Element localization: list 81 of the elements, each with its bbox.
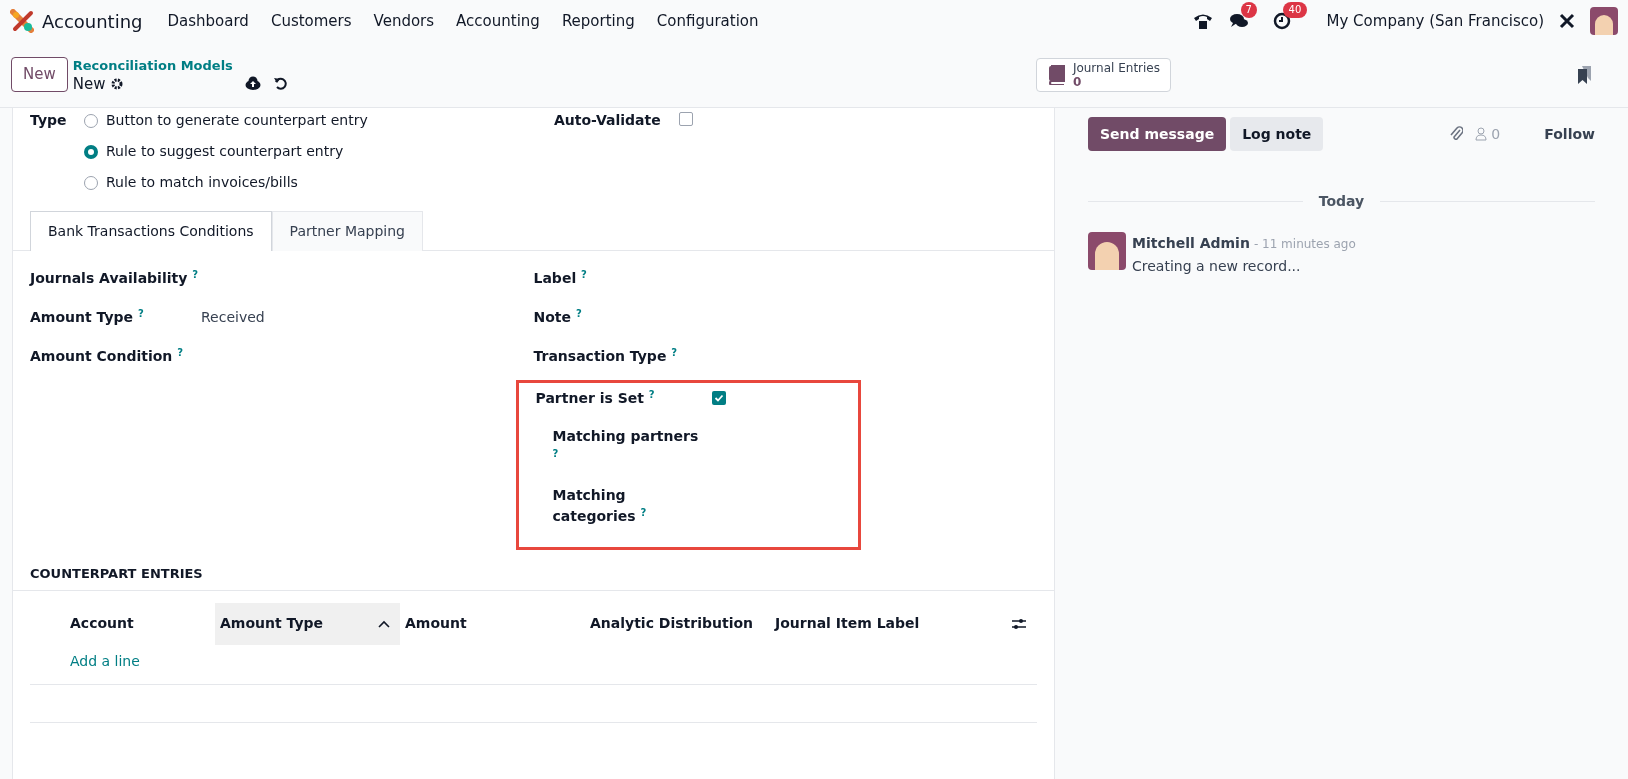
follower-count: 0	[1491, 124, 1501, 144]
chat-icon[interactable]	[1228, 12, 1249, 30]
breadcrumb-link[interactable]: Reconciliation Models	[72, 56, 233, 75]
column-header[interactable]: Journal Item Label	[770, 602, 950, 645]
radio-option[interactable]: Button to generate counterpart entry	[84, 110, 554, 131]
field-value[interactable]: Received	[201, 306, 265, 328]
new-button[interactable]: New	[11, 57, 68, 92]
column-title: Amount Type	[220, 614, 324, 633]
checkbox[interactable]	[679, 112, 693, 126]
smart-button-count: 0	[1072, 74, 1082, 89]
radio-option[interactable]: Rule to suggest counterpart entry	[84, 141, 554, 162]
help-tooltip-icon[interactable]: ?	[671, 346, 678, 358]
book-icon[interactable]	[1046, 64, 1065, 85]
field-label: Transaction Type $^{?}$	[533, 345, 678, 366]
field-label: Partner is Set $^{?}$	[535, 387, 656, 408]
add-line-link[interactable]: Add a line	[30, 644, 1037, 684]
company-switcher[interactable]: My Company (San Francisco)	[1326, 9, 1544, 33]
notification-badge: 7	[1240, 2, 1257, 18]
field-label: Journals Availability $^{?}$	[30, 267, 199, 288]
field-label: Amount Condition $^{?}$	[30, 345, 184, 366]
menu-item[interactable]: Accounting	[445, 9, 551, 33]
clock-icon[interactable]	[1272, 12, 1291, 30]
send-message-button[interactable]: Send message	[1088, 117, 1227, 151]
field-label: Matching categories $^{?}$	[552, 486, 648, 526]
help-tooltip-icon[interactable]: ?	[177, 346, 183, 358]
checkbox[interactable]	[711, 391, 726, 405]
field-label: Auto-Validate	[554, 111, 662, 130]
message-time: - 11 minutes ago	[1253, 236, 1356, 253]
field-label: Label $^{?}$	[533, 267, 587, 288]
column-title: Amount	[405, 614, 467, 633]
tab[interactable]: Partner Mapping	[271, 211, 423, 251]
tab[interactable]: Bank Transactions Conditions	[30, 211, 272, 251]
avatar-icon[interactable]	[1590, 7, 1618, 35]
help-tooltip-icon[interactable]: ?	[581, 268, 587, 280]
column-header[interactable]: Account	[30, 602, 215, 645]
app-name[interactable]: Accounting	[42, 7, 143, 35]
journal-entries-button[interactable]: Journal Entries 0	[1035, 57, 1171, 92]
notification-badge: 40	[1282, 2, 1308, 18]
bookmark-icon[interactable]	[1575, 64, 1593, 85]
column-header[interactable]: Amount	[400, 602, 585, 645]
field-label: Note $^{?}$	[533, 306, 582, 327]
help-tooltip-icon[interactable]: ?	[552, 448, 559, 459]
radio-icon[interactable]	[84, 113, 98, 128]
app-logo-icon[interactable]	[10, 9, 34, 33]
radio-icon[interactable]	[84, 144, 98, 159]
menu-item[interactable]: Vendors	[362, 9, 446, 33]
follow-button[interactable]: Follow	[1544, 123, 1595, 145]
phone-icon[interactable]	[1192, 12, 1213, 30]
log-note-button[interactable]: Log note	[1230, 117, 1324, 151]
radio-icon[interactable]	[84, 175, 98, 190]
record-name: New	[72, 74, 106, 93]
help-tooltip-icon[interactable]: ?	[192, 268, 198, 280]
field-label: Amount Type $^{?}$	[30, 306, 145, 327]
column-header[interactable]: Analytic Distribution	[585, 602, 770, 645]
sliders-icon[interactable]	[1011, 616, 1027, 631]
undo-icon[interactable]	[272, 75, 287, 90]
date-separator: Today	[1318, 192, 1365, 211]
help-tooltip-icon[interactable]: ?	[648, 388, 655, 400]
paperclip-icon[interactable]	[1449, 125, 1464, 143]
radio-option[interactable]: Rule to match invoices/bills	[84, 172, 554, 193]
message-body: Creating a new record...	[1132, 257, 1302, 276]
column-title: Analytic Distribution	[590, 614, 754, 633]
column-title: Account	[70, 614, 134, 633]
gear-icon[interactable]	[111, 77, 124, 90]
column-title: Journal Item Label	[775, 614, 920, 633]
help-tooltip-icon[interactable]: ?	[640, 507, 647, 518]
checkmark-icon	[713, 393, 724, 403]
help-tooltip-icon[interactable]: ?	[137, 307, 144, 319]
menu-item[interactable]: Customers	[259, 9, 363, 33]
message-author: Mitchell Admin	[1132, 234, 1250, 253]
cloud-upload-icon[interactable]	[244, 75, 261, 90]
menu-item[interactable]: Dashboard	[156, 9, 260, 33]
avatar-icon	[1088, 232, 1126, 270]
menu-item[interactable]: Reporting	[550, 9, 646, 33]
menu-item[interactable]: Configuration	[645, 9, 770, 33]
field-label: Type	[30, 111, 68, 130]
smart-button-label: Journal Entries	[1072, 60, 1160, 75]
help-tooltip-icon[interactable]: ?	[575, 307, 582, 319]
column-header[interactable]: Amount Type	[215, 602, 400, 645]
section-title: COUNTERPART ENTRIES	[13, 564, 1054, 591]
caret-up-icon[interactable]	[378, 619, 390, 628]
